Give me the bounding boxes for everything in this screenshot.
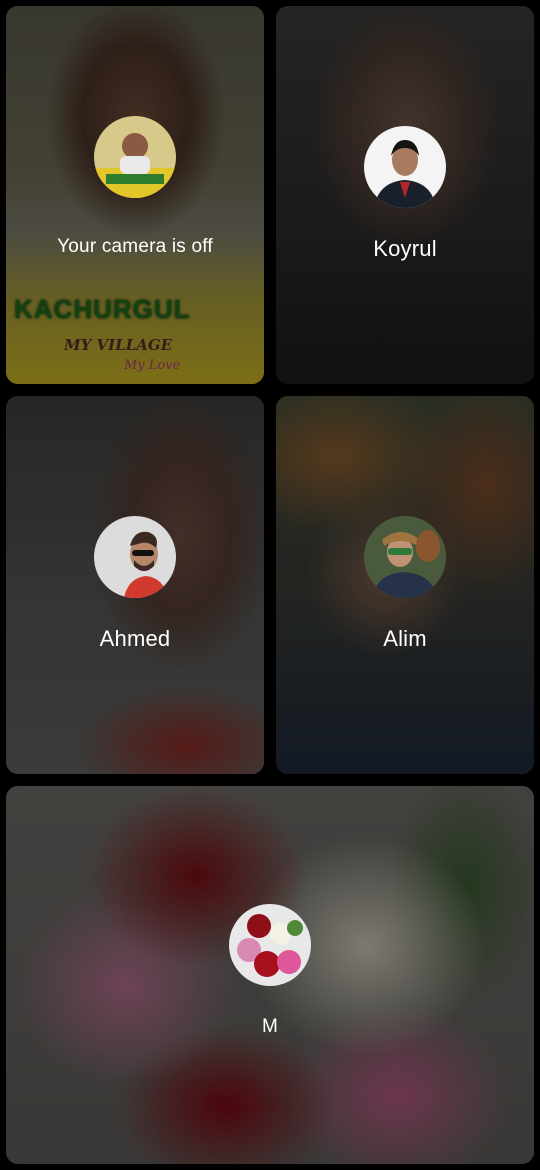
participant-name: M bbox=[261, 1016, 279, 1037]
participant-tile-self[interactable]: KACHURGUL MY VILLAGE My Love Your camera… bbox=[6, 6, 264, 384]
participant-tile-m[interactable]: M bbox=[6, 786, 534, 1164]
video-call-grid: KACHURGUL MY VILLAGE My Love Your camera… bbox=[0, 0, 540, 1170]
participant-tile-alim[interactable]: Alim bbox=[276, 396, 534, 774]
participant-tile-ahmed[interactable]: Ahmed bbox=[6, 396, 264, 774]
avatar bbox=[94, 116, 176, 198]
participant-tile-koyrul[interactable]: Koyrul bbox=[276, 6, 534, 384]
participant-name: Your camera is off bbox=[57, 236, 213, 257]
participant-name: Ahmed bbox=[99, 626, 171, 651]
avatar bbox=[364, 516, 446, 598]
participant-name: Koyrul bbox=[373, 236, 437, 261]
participant-name: Alim bbox=[383, 626, 427, 651]
avatar bbox=[229, 904, 311, 986]
avatar bbox=[364, 126, 446, 208]
avatar bbox=[94, 516, 176, 598]
